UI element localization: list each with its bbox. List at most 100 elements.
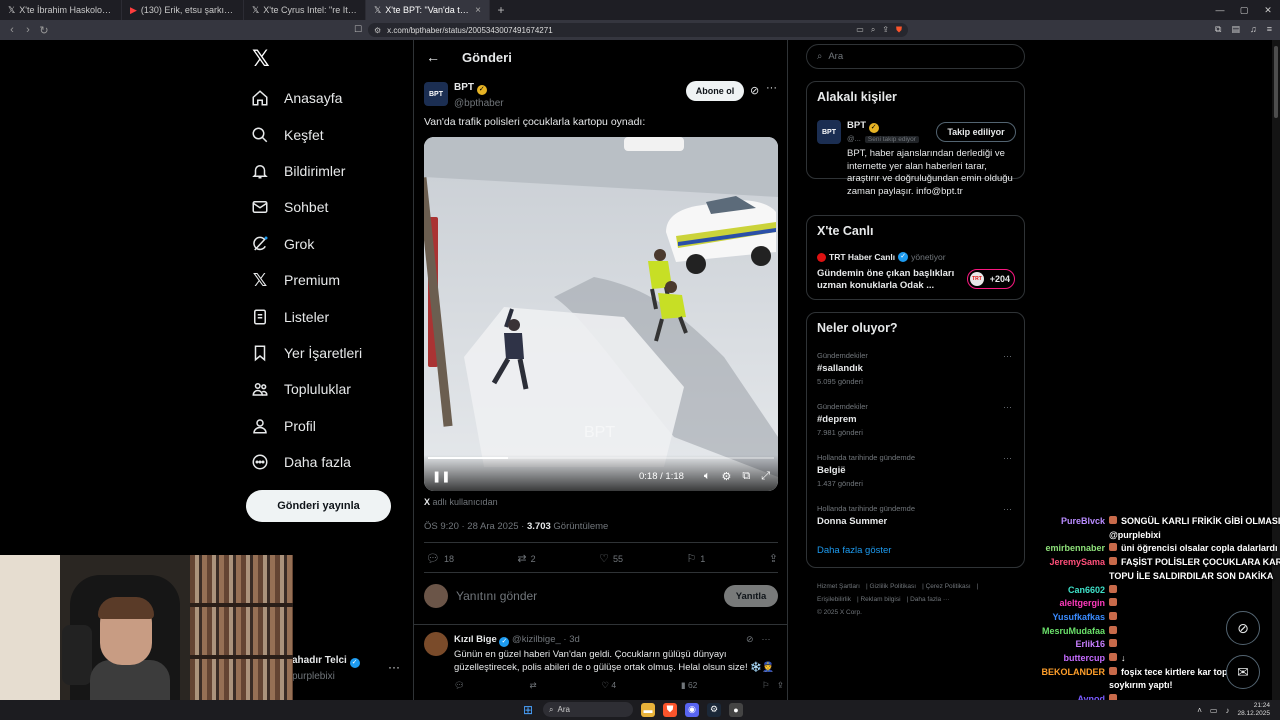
close-window-icon[interactable]: ✕ xyxy=(1256,0,1280,20)
browser-tab[interactable]: 𝕏X'te Cyrus Intel: "re It has been revea… xyxy=(244,0,366,20)
reply-author-handle[interactable]: @kizilbige_ xyxy=(512,634,561,645)
related-name[interactable]: BPT xyxy=(847,120,866,131)
following-button[interactable]: Takip ediliyor xyxy=(936,122,1016,142)
footer-link[interactable]: Çerez Politikası xyxy=(926,583,971,590)
show-more-link[interactable]: Daha fazla göster xyxy=(817,545,891,556)
reply-action[interactable]: 💬︎ 18 xyxy=(426,552,454,565)
subscribe-button[interactable]: Abone ol xyxy=(686,81,744,101)
account-more-icon[interactable]: ··· xyxy=(388,660,400,674)
windows-start-icon[interactable]: ⊞ xyxy=(521,703,535,717)
zoom-icon[interactable]: ⌕ xyxy=(871,25,875,35)
account-switcher[interactable]: ahadır Telci ✓ purplebixi xyxy=(292,655,360,682)
minimize-icon[interactable]: — xyxy=(1208,0,1232,20)
live-card[interactable]: X'te Canlı TRT Haber Canlı ✓ yönetiyor G… xyxy=(806,215,1025,300)
like-action[interactable]: ♡ 4 xyxy=(601,680,616,691)
nav-item-profile[interactable]: Profil xyxy=(250,408,362,444)
more-options-icon[interactable]: ··· xyxy=(1003,453,1012,463)
footer-link[interactable]: Reklam bilgisi xyxy=(860,596,900,603)
taskbar-clock[interactable]: 21:24 28.12.2025 xyxy=(1237,702,1270,718)
browser-tab[interactable]: 𝕏X'te İbrahim Haskoloğlu: "🔴#SONDAKİKA" xyxy=(0,0,122,20)
more-options-icon[interactable]: ··· xyxy=(1003,504,1012,514)
bookmark-page-icon[interactable]: ☐ xyxy=(354,24,362,35)
scrollbar-thumb[interactable] xyxy=(1274,46,1278,118)
views-action[interactable]: ▮ 62 xyxy=(681,680,698,691)
repost-action[interactable]: ⇄ 2 xyxy=(517,552,535,565)
nav-item-home[interactable]: Anasayfa xyxy=(250,80,362,116)
site-settings-icon[interactable]: ⚙ xyxy=(374,26,381,35)
more-options-icon[interactable]: ··· xyxy=(766,82,777,94)
tray-arrow-icon[interactable]: ˄ xyxy=(1197,706,1202,715)
back-icon[interactable]: ‹ xyxy=(4,24,20,36)
trend-item[interactable]: Gündemdekiler #deprem 7.981 gönderi ··· xyxy=(817,402,1017,437)
footer-link[interactable]: Hizmet Şartları xyxy=(817,583,860,590)
reply-input[interactable]: Yanıtını gönder xyxy=(456,589,537,603)
browser-tab-active[interactable]: 𝕏X'te BPT: "Van'da trafik polisleri× xyxy=(366,0,490,20)
steam-icon[interactable]: ⚙ xyxy=(707,702,721,717)
bookmark-action[interactable]: ⚐ 1 xyxy=(686,552,705,565)
taskbar-search[interactable]: ⌕ Ara xyxy=(543,702,633,717)
post-button[interactable]: Gönderi yayınla xyxy=(246,490,391,522)
music-icon[interactable]: ♫ xyxy=(1250,24,1257,35)
back-arrow-icon[interactable]: ← xyxy=(426,49,440,65)
volume-icon[interactable]: 🔈︎ xyxy=(704,470,711,483)
file-explorer-icon[interactable]: ▬ xyxy=(641,702,655,717)
like-action[interactable]: ♡ 55 xyxy=(599,552,623,565)
nav-item-bookmarks[interactable]: Yer İşaretleri xyxy=(250,335,362,371)
trend-item[interactable]: Hollanda tarihinde gündemde Donna Summer… xyxy=(817,504,1017,527)
trend-item[interactable]: Gündemdekiler #sallandık 5.095 gönderi ·… xyxy=(817,351,1017,386)
fullscreen-icon[interactable]: ⤢ xyxy=(761,470,770,483)
network-icon[interactable]: ▭ xyxy=(1210,706,1218,715)
author-avatar[interactable]: BPT xyxy=(424,82,448,106)
reload-icon[interactable]: ↻ xyxy=(36,24,52,37)
wallet-icon[interactable]: ▤ xyxy=(1231,24,1240,35)
comment-icon[interactable]: 💬︎ xyxy=(454,680,465,691)
nav-item-premium[interactable]: 𝕏 Premium xyxy=(250,262,362,298)
more-options-icon[interactable]: ··· xyxy=(1003,351,1012,361)
x-logo-icon[interactable]: 𝕏 xyxy=(252,48,274,70)
menu-icon[interactable]: ≡ xyxy=(1267,24,1272,35)
nav-item-grok[interactable]: Grok xyxy=(250,226,362,262)
discord-icon[interactable]: ◉ xyxy=(685,702,699,717)
close-tab-icon[interactable]: × xyxy=(475,5,481,16)
more-options-icon[interactable]: ··· xyxy=(1003,402,1012,412)
author-name[interactable]: BPT xyxy=(454,82,474,93)
forward-icon[interactable]: › xyxy=(20,24,36,36)
nav-item-explore[interactable]: Keşfet xyxy=(250,116,362,152)
maximize-icon[interactable]: ▢ xyxy=(1232,0,1256,20)
trend-item[interactable]: Hollanda tarihinde gündemde België 1.437… xyxy=(817,453,1017,488)
new-tab-button[interactable]: + xyxy=(490,0,512,20)
extension-icon[interactable]: ⧉ xyxy=(1215,24,1221,35)
browser-tab[interactable]: ▶(130) Erik, etsu şarkısı söylüyor🤩🤩 xyxy=(122,0,244,20)
nav-item-chat[interactable]: Sohbet xyxy=(250,189,362,225)
author-handle[interactable]: @bpthaber xyxy=(454,98,504,109)
pause-icon[interactable]: ❚❚ xyxy=(432,470,450,483)
video-source[interactable]: X adlı kullanıcıdan xyxy=(424,497,498,507)
bookmark-icon[interactable]: ⚐ ⇪ xyxy=(762,680,784,691)
url-text[interactable]: x.com/bpthaber/status/200534300749167427… xyxy=(387,26,552,35)
reply-author-name[interactable]: Kızıl Bige xyxy=(454,634,497,645)
video-progress-bar[interactable] xyxy=(428,457,774,459)
related-avatar[interactable]: BPT xyxy=(817,120,841,144)
video-player[interactable]: BPT ❚❚ 0:18 / 1:18 🔈︎ ⚙ ⧉ ⤢ xyxy=(424,137,778,491)
nav-item-communities[interactable]: Topluluklar xyxy=(250,371,362,407)
post-author[interactable]: BPT BPT ✓ @bpthaber xyxy=(424,82,504,109)
related-handle[interactable]: @... xyxy=(847,134,861,143)
settings-gear-icon[interactable]: ⚙ xyxy=(721,470,731,483)
share-action[interactable]: ⇪ xyxy=(769,552,778,565)
grok-explain-icon[interactable]: ⊘ xyxy=(746,634,754,645)
live-listeners-badge[interactable]: TRT +204 xyxy=(967,269,1015,289)
brave-shield-icon[interactable]: ⛊ xyxy=(896,25,902,35)
footer-link[interactable]: Daha fazla ··· xyxy=(910,596,949,603)
obs-icon[interactable]: ● xyxy=(729,702,743,717)
footer-link[interactable]: Gizlilik Politikası xyxy=(869,583,916,590)
share-icon[interactable]: ⇪ xyxy=(882,25,889,35)
address-bar[interactable]: ⚙ x.com/bpthaber/status/2005343007491674… xyxy=(368,23,908,37)
cast-icon[interactable]: ▭ xyxy=(856,25,864,35)
post-timestamp[interactable]: ÖS 9:20 · 28 Ara 2025 · xyxy=(424,521,527,532)
nav-item-more[interactable]: Daha fazla xyxy=(250,444,362,480)
grok-float-button[interactable]: ⊘ xyxy=(1226,611,1260,645)
footer-link[interactable]: Erişilebilirlik xyxy=(817,596,851,603)
more-options-icon[interactable]: ··· xyxy=(762,634,771,645)
reply-button[interactable]: Yanıtla xyxy=(724,585,778,607)
reply-avatar[interactable] xyxy=(424,632,448,656)
